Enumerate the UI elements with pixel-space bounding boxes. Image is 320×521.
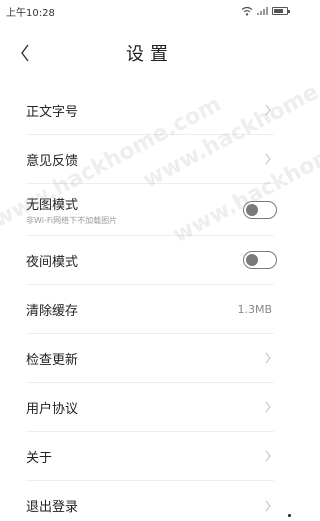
settings-list: 正文字号 意见反馈 无图模式 非Wi-Fi网络下不加载图片 夜间模式 清除缓存 … [0, 86, 294, 521]
status-bar: 上午10:28 [0, 0, 294, 22]
setting-label: 无图模式 [26, 197, 79, 213]
page-title: 设置 [126, 44, 174, 65]
no-image-mode-toggle[interactable] [243, 200, 277, 219]
setting-no-image-mode: 无图模式 非Wi-Fi网络下不加载图片 [26, 184, 277, 236]
chevron-right-icon [265, 352, 271, 364]
setting-label: 检查更新 [26, 352, 79, 368]
setting-night-mode: 夜间模式 [26, 236, 277, 285]
back-button[interactable] [10, 36, 40, 70]
setting-label: 退出登录 [26, 500, 79, 515]
status-time: 上午10:28 [6, 7, 55, 19]
setting-user-agreement[interactable]: 用户协议 [26, 383, 274, 432]
setting-label: 意见反馈 [26, 153, 79, 169]
setting-sublabel: 非Wi-Fi网络下不加载图片 [26, 215, 118, 225]
status-icons [241, 6, 290, 16]
setting-clear-cache[interactable]: 清除缓存 1.3MB [26, 285, 274, 334]
setting-check-update[interactable]: 检查更新 [26, 334, 274, 383]
chevron-right-icon [265, 500, 271, 511]
setting-label: 正文字号 [26, 104, 79, 120]
toggle-knob [246, 254, 258, 266]
header: 设置 [0, 22, 294, 84]
toggle-knob [246, 203, 258, 216]
battery-icon [272, 7, 290, 15]
night-mode-toggle[interactable] [243, 251, 277, 269]
setting-logout[interactable]: 退出登录 [26, 481, 274, 521]
signal-icon [257, 7, 268, 15]
setting-label: 夜间模式 [26, 254, 79, 270]
setting-about[interactable]: 关于 [26, 432, 274, 481]
corner-dot [288, 514, 291, 517]
cache-size-value: 1.3MB [237, 302, 272, 316]
chevron-right-icon [265, 104, 271, 116]
chevron-right-icon [265, 450, 271, 462]
setting-label: 关于 [26, 450, 53, 466]
chevron-right-icon [265, 401, 271, 413]
setting-feedback[interactable]: 意见反馈 [26, 135, 274, 184]
setting-font-size[interactable]: 正文字号 [26, 86, 274, 135]
chevron-left-icon [21, 44, 29, 62]
wifi-icon [241, 6, 253, 16]
setting-label: 用户协议 [26, 401, 79, 417]
chevron-right-icon [265, 153, 271, 165]
setting-label: 清除缓存 [26, 303, 79, 319]
